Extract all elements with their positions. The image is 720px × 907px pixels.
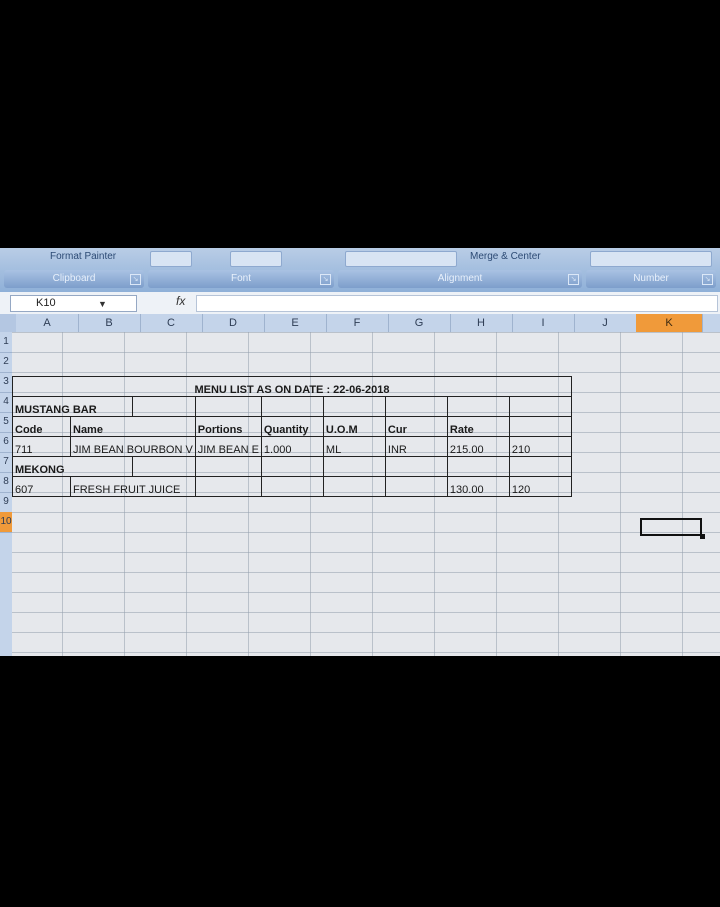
table-row: 711 JIM BEAN BOURBON V JIM BEAN E 1.000 … — [12, 436, 572, 457]
clipboard-group: Clipboard ↘ — [4, 270, 144, 288]
number-launcher-icon[interactable]: ↘ — [702, 274, 713, 285]
column-header-g[interactable]: G — [388, 314, 451, 332]
alignment-buttons[interactable] — [345, 251, 457, 267]
insert-function-icon[interactable]: fx — [176, 294, 185, 308]
header-uom[interactable]: U.O.M — [322, 416, 386, 437]
header-cur[interactable]: Cur — [384, 416, 448, 437]
name-box[interactable]: K10 — [10, 295, 137, 312]
cell[interactable] — [132, 456, 196, 477]
clipboard-group-label: Clipboard — [52, 273, 96, 284]
table-row: Code Name Portions Quantity U.O.M Cur Ra… — [12, 416, 572, 437]
clipboard-launcher-icon[interactable]: ↘ — [130, 274, 141, 285]
font-group: Font ↘ — [148, 270, 334, 288]
cell[interactable] — [322, 396, 386, 417]
number-group: Number ↘ — [586, 270, 716, 288]
cell[interactable] — [322, 476, 386, 497]
cell[interactable] — [508, 416, 572, 437]
table-row: MEKONG — [11, 456, 572, 477]
item-name[interactable]: FRESH FRUIT JUICE — [70, 476, 196, 497]
column-header-a[interactable]: A — [16, 314, 79, 332]
header-rate[interactable]: Rate — [446, 416, 510, 437]
row-header-3[interactable]: 3 — [0, 372, 12, 393]
cell[interactable] — [384, 476, 448, 497]
item-code[interactable]: 711 — [12, 436, 71, 457]
cell[interactable] — [194, 456, 262, 477]
cell[interactable] — [132, 396, 196, 417]
formula-input[interactable] — [196, 295, 718, 312]
font-launcher-icon[interactable]: ↘ — [320, 274, 331, 285]
item-quantity[interactable]: 1.000 — [260, 436, 324, 457]
header-quantity[interactable]: Quantity — [260, 416, 324, 437]
column-header-k[interactable]: K — [636, 314, 703, 332]
header-code[interactable]: Code — [12, 416, 71, 437]
number-group-label: Number — [633, 273, 669, 284]
row-header-4[interactable]: 4 — [0, 392, 12, 413]
header-name[interactable]: Name — [70, 416, 196, 437]
cell[interactable] — [322, 456, 386, 477]
table-row: MUSTANG BAR — [11, 396, 572, 417]
row-header-5[interactable]: 5 — [0, 412, 12, 433]
alignment-group-label: Alignment — [437, 273, 483, 284]
row-header-1[interactable]: 1 — [0, 332, 12, 353]
item-code[interactable]: 607 — [12, 476, 71, 497]
alignment-group: Alignment ↘ — [338, 270, 582, 288]
cell[interactable] — [260, 396, 324, 417]
table-row: 607 FRESH FRUIT JUICE 130.00 120 — [12, 476, 572, 497]
selected-cell-k10[interactable] — [640, 518, 702, 536]
column-header-j[interactable]: J — [574, 314, 637, 332]
merge-center-button[interactable]: Merge & Center — [470, 251, 541, 262]
item-rate-2[interactable]: 210 — [508, 436, 572, 457]
item-uom[interactable]: ML — [322, 436, 386, 457]
cell[interactable] — [194, 396, 262, 417]
fill-handle[interactable] — [700, 534, 705, 539]
select-all-corner[interactable] — [0, 314, 16, 332]
number-format-box[interactable] — [590, 251, 712, 267]
column-header-e[interactable]: E — [264, 314, 327, 332]
column-header-d[interactable]: D — [202, 314, 265, 332]
section-mustang-bar[interactable]: MUSTANG BAR — [11, 396, 134, 417]
column-headers: A B C D E F G H I J K — [0, 314, 720, 333]
row-header-7[interactable]: 7 — [0, 452, 12, 473]
cell[interactable] — [446, 396, 510, 417]
row-header-6[interactable]: 6 — [0, 432, 12, 453]
section-mekong[interactable]: MEKONG — [11, 456, 134, 477]
row-headers: 1 2 3 4 5 6 7 8 9 10 — [0, 332, 12, 656]
column-header-h[interactable]: H — [450, 314, 513, 332]
item-rate-2[interactable]: 120 — [508, 476, 572, 497]
row-header-2[interactable]: 2 — [0, 352, 12, 373]
cell[interactable] — [508, 396, 572, 417]
format-painter-button[interactable]: Format Painter — [50, 251, 116, 262]
cell[interactable] — [384, 396, 448, 417]
cell[interactable] — [260, 456, 324, 477]
column-header-b[interactable]: B — [78, 314, 141, 332]
ribbon: Format Painter Merge & Center Clipboard … — [0, 248, 720, 293]
column-header-c[interactable]: C — [140, 314, 203, 332]
item-name[interactable]: JIM BEAN BOURBON V — [70, 436, 196, 457]
column-header-i[interactable]: I — [512, 314, 575, 332]
item-cur[interactable]: INR — [384, 436, 448, 457]
table-row: MENU LIST AS ON DATE : 22-06-2018 — [12, 376, 572, 397]
header-portions[interactable]: Portions — [194, 416, 262, 437]
font-box[interactable] — [150, 251, 192, 267]
column-header-f[interactable]: F — [326, 314, 389, 332]
cell[interactable] — [194, 476, 262, 497]
font-size-box[interactable] — [230, 251, 282, 267]
font-group-label: Font — [230, 273, 251, 284]
item-rate[interactable]: 130.00 — [446, 476, 510, 497]
menu-table: MENU LIST AS ON DATE : 22-06-2018 MUSTAN… — [11, 376, 572, 497]
item-rate[interactable]: 215.00 — [446, 436, 510, 457]
spreadsheet-window: Format Painter Merge & Center Clipboard … — [0, 248, 720, 656]
cell[interactable] — [446, 456, 510, 477]
menu-title-cell[interactable]: MENU LIST AS ON DATE : 22-06-2018 — [12, 376, 572, 397]
cell[interactable] — [508, 456, 572, 477]
row-header-10[interactable]: 10 — [0, 512, 12, 533]
chevron-down-icon[interactable]: ▼ — [98, 299, 107, 309]
cell[interactable] — [260, 476, 324, 497]
cell[interactable] — [384, 456, 448, 477]
row-header-8[interactable]: 8 — [0, 472, 12, 493]
formula-bar: K10 ▼ fx — [0, 292, 720, 315]
row-header-9[interactable]: 9 — [0, 492, 12, 513]
alignment-launcher-icon[interactable]: ↘ — [568, 274, 579, 285]
item-portions[interactable]: JIM BEAN E — [194, 436, 262, 457]
